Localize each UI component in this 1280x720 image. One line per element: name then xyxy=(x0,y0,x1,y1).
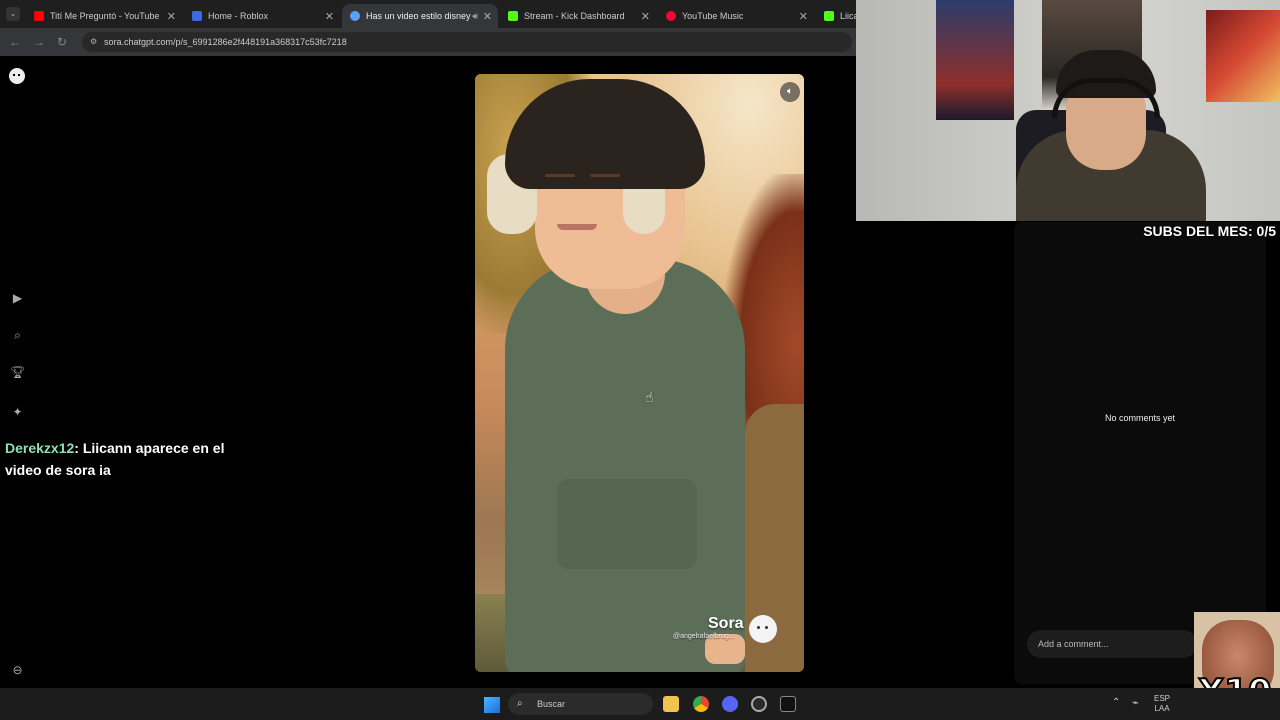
network-icon[interactable]: ⌁ xyxy=(1132,696,1139,709)
discord-icon[interactable] xyxy=(722,696,738,712)
create-icon[interactable]: ✦ xyxy=(10,405,25,420)
sora-ghost-icon xyxy=(749,615,777,643)
tab-title: Liica xyxy=(840,11,856,21)
app-icon[interactable] xyxy=(751,696,767,712)
webcam-poster xyxy=(1206,10,1280,102)
webcam-feed xyxy=(856,0,1280,221)
tab-title: Home - Roblox xyxy=(208,11,269,21)
comment-input[interactable]: Add a comment... xyxy=(1027,630,1197,658)
lang-top: ESP xyxy=(1154,694,1171,703)
speaker-icon[interactable]: 🔊︎ xyxy=(472,11,478,22)
video-boy-pocket xyxy=(557,479,697,569)
kick-favicon-icon xyxy=(824,11,834,21)
chrome-icon[interactable] xyxy=(693,696,709,712)
search-icon: ⌕ xyxy=(517,698,523,709)
close-icon[interactable]: ✕ xyxy=(799,10,808,23)
tray-caret-icon[interactable]: ⌃ xyxy=(1112,697,1120,708)
lang-bottom: LAA xyxy=(1154,704,1170,713)
browser-tab-bar: ⌄ Tití Me Preguntó - YouTube ✕ Home - Ro… xyxy=(0,0,856,28)
no-comments-text: No comments yet xyxy=(1104,413,1176,423)
url-text: sora.chatgpt.com/p/s_6991286e2f448191a36… xyxy=(104,37,347,47)
youtube-favicon-icon xyxy=(34,11,44,21)
video-boy-eye xyxy=(545,174,575,177)
more-icon[interactable]: ⊖ xyxy=(10,663,25,678)
tab-title: Has un video estilo disney xyxy=(366,11,471,21)
search-icon[interactable]: ⌕ xyxy=(10,328,25,343)
webcam-poster xyxy=(936,0,1014,120)
tab-kick-liica[interactable]: Liica xyxy=(816,4,856,28)
tab-roblox[interactable]: Home - Roblox ✕ xyxy=(184,4,340,28)
creator-handle: @angelrafaelbrug... xyxy=(673,633,735,640)
system-tray: ⌃ ⌁ ESP LAA xyxy=(1108,690,1198,718)
trophy-icon[interactable]: 🏆︎ xyxy=(10,365,25,380)
home-play-icon[interactable]: ▶︎ xyxy=(10,291,25,306)
volume-icon[interactable]: 🔈︎ xyxy=(780,82,800,102)
tab-title: Stream - Kick Dashboard xyxy=(524,11,625,21)
language-indicator[interactable]: ESP LAA xyxy=(1154,694,1170,714)
chat-message: Derekzx12: Liicann aparece en el video d… xyxy=(5,437,245,481)
subs-goal: SUBS DEL MES: 0/5 xyxy=(1143,223,1276,239)
tab-search-menu-icon[interactable]: ⌄ xyxy=(6,7,20,21)
video-boy-hoodie xyxy=(505,259,745,672)
hand-cursor-icon: ☝︎ xyxy=(645,389,654,405)
tab-title: Tití Me Preguntó - YouTube xyxy=(50,11,160,21)
tab-youtube[interactable]: Tití Me Preguntó - YouTube ✕ xyxy=(26,4,182,28)
youtube-music-favicon-icon xyxy=(666,11,676,21)
roblox-favicon-icon xyxy=(192,11,202,21)
url-field[interactable]: ⚙︎ sora.chatgpt.com/p/s_6991286e2f448191… xyxy=(82,32,852,52)
site-info-icon[interactable]: ⚙︎ xyxy=(90,32,97,52)
file-explorer-icon[interactable] xyxy=(663,696,679,712)
reload-icon[interactable]: ↻ xyxy=(57,35,67,49)
back-arrow-icon[interactable]: ← xyxy=(9,35,21,49)
close-icon[interactable]: ✕ xyxy=(641,10,650,23)
video-boy-mouth xyxy=(557,224,597,230)
close-icon[interactable]: ✕ xyxy=(483,10,492,23)
tab-title: YouTube Music xyxy=(682,11,744,21)
address-bar-row: ← → ↻ ⚙︎ sora.chatgpt.com/p/s_6991286e2f… xyxy=(0,28,856,56)
taskbar-search[interactable]: ⌕ Buscar xyxy=(508,693,653,715)
tab-kick[interactable]: Stream - Kick Dashboard ✕ xyxy=(500,4,656,28)
close-icon[interactable]: ✕ xyxy=(167,10,176,23)
close-icon[interactable]: ✕ xyxy=(325,10,334,23)
tab-sora[interactable]: Has un video estilo disney 🔊︎ ✕ xyxy=(342,4,498,28)
video-player[interactable]: 🔈︎ Sora @angelrafaelbrug... xyxy=(475,74,804,672)
tab-youtube-music[interactable]: YouTube Music ✕ xyxy=(658,4,814,28)
taskbar-search-label: Buscar xyxy=(537,699,566,709)
chat-username: Derekzx12 xyxy=(5,440,75,456)
video-boy-eye xyxy=(590,174,620,177)
windows-start-icon[interactable] xyxy=(484,697,500,713)
epic-games-icon[interactable] xyxy=(780,696,796,712)
sora-favicon-icon xyxy=(350,11,360,21)
sora-watermark: Sora xyxy=(708,615,744,632)
kick-favicon-icon xyxy=(508,11,518,21)
sora-logo-icon[interactable] xyxy=(9,68,25,84)
forward-arrow-icon[interactable]: → xyxy=(33,35,45,49)
